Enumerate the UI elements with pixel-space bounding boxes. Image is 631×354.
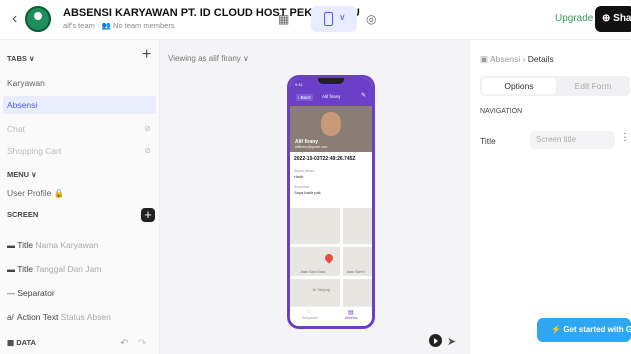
cursor-icon[interactable]: ➤	[447, 335, 456, 348]
separator-icon: —	[7, 289, 15, 298]
app-logo	[25, 6, 51, 32]
undo-icon[interactable]: ↶	[120, 338, 128, 349]
component-type: Separator	[17, 288, 55, 298]
title-icon: ▬	[7, 265, 15, 274]
map-road	[290, 244, 372, 247]
title-icon: ▬	[7, 241, 15, 250]
component-row[interactable]: a/ Action Text Status Absen	[7, 312, 111, 322]
breadcrumb-root[interactable]: Absensi	[490, 54, 520, 64]
top-bar: ‹ ABSENSI KARYAWAN PT. ID CLOUD HOST PEK…	[0, 0, 631, 40]
component-type: Action Text	[16, 312, 59, 322]
face-image	[321, 112, 341, 136]
tab-item-absensi[interactable]: Absensi	[3, 96, 156, 114]
phone-header: 9:41 ‹ Back Alif firany ✎	[290, 78, 372, 106]
share-button[interactable]: ⊕ Share	[595, 6, 631, 32]
phone-back-button[interactable]: ‹ Back	[296, 94, 313, 101]
preview-canvas: Viewing as alif firany ∨ 9:41 ‹ Back Ali…	[160, 40, 469, 354]
grid-icon[interactable]: ▦	[278, 12, 289, 26]
chevron-down-icon: ∨	[339, 12, 346, 22]
table-icon: ▦	[7, 338, 15, 347]
upgrade-link[interactable]: Upgrade	[555, 13, 593, 24]
get-started-label: Get started with Glide	[563, 325, 631, 334]
phone-icon	[324, 12, 333, 26]
get-started-button[interactable]: ⚡ Get started with Glide	[537, 318, 631, 342]
viewing-as-selector[interactable]: Viewing as alif firany ∨	[168, 54, 249, 63]
hidden-icon[interactable]: ⊘	[144, 146, 151, 155]
component-value: Tanggal Dan Jam	[35, 264, 102, 274]
device-selector[interactable]: ∨	[311, 6, 357, 32]
profile-photo: Alif firany aliffirany@gmail.com	[290, 106, 372, 152]
status-value: Hadir	[294, 174, 304, 179]
play-icon[interactable]	[429, 334, 442, 347]
title-label: Title	[480, 136, 496, 146]
edit-icon[interactable]: ✎	[361, 92, 366, 99]
tab-edit-form[interactable]: Edit Form	[558, 78, 628, 94]
phone-header-title: Alif firany	[322, 94, 341, 99]
action-text-icon: a/	[7, 313, 14, 322]
lightning-icon: ⚡	[551, 325, 564, 334]
navigation-header: NAVIGATION	[480, 108, 523, 115]
map-label: Jalan Bahri Ibad	[300, 270, 326, 274]
data-button[interactable]: ▦ DATA	[7, 338, 36, 347]
map-road	[290, 276, 372, 279]
add-component-button[interactable]: +	[141, 208, 155, 222]
map-road	[340, 208, 343, 306]
add-tab-button[interactable]: +	[142, 46, 151, 64]
component-type: Title	[17, 264, 33, 274]
location-map[interactable]: Jalan Bahri Ibad Jalan Bahri I Jln Tanju…	[290, 208, 372, 306]
component-row[interactable]: ▬ Title Tanggal Dan Jam	[7, 264, 101, 274]
phone-preview: 9:41 ‹ Back Alif firany ✎ Alif firany al…	[287, 75, 375, 329]
tabs-header[interactable]: TABS ∨	[7, 54, 34, 63]
component-type: Title	[17, 240, 33, 250]
menu-header[interactable]: MENU ∨	[7, 170, 37, 179]
team-subtitle: alf's team · 👥 No team members	[63, 21, 175, 30]
phone-screen: 9:41 ‹ Back Alif firany ✎ Alif firany al…	[290, 78, 372, 326]
tab-item-karyawan[interactable]: Karyawan	[7, 78, 45, 88]
component-row[interactable]: — Separator	[7, 288, 55, 298]
people-icon: ⌂	[307, 309, 311, 315]
tab-options[interactable]: Options	[482, 78, 556, 94]
tab-item-chat[interactable]: Chat	[7, 124, 25, 134]
screen-header: SCREEN	[7, 210, 39, 219]
component-value: Status Absen	[60, 312, 111, 322]
photo-email: aliffirany@gmail.com	[295, 145, 328, 149]
data-label: DATA	[16, 338, 36, 347]
more-options-icon[interactable]: ⋮	[620, 132, 630, 143]
right-panel: ▣ Absensi › Details Options Edit Form NA…	[469, 40, 631, 354]
status-label: Status Absen	[294, 169, 315, 173]
map-pin-icon	[323, 252, 335, 264]
menu-item-user-profile[interactable]: User Profile 🔒	[7, 188, 64, 199]
phone-tab-bar: ⌂ Karyawan ▤ Absensi	[290, 306, 372, 326]
datetime-text: 2022-10-03T22:49:26.745Z	[294, 156, 356, 162]
comment-label: Komentar	[294, 185, 310, 189]
hidden-icon[interactable]: ⊘	[144, 124, 151, 133]
clipboard-icon: ▤	[348, 310, 354, 316]
settings-icon[interactable]: ◎	[366, 12, 376, 26]
tab-item-shopping-cart[interactable]: Shopping Cart	[7, 146, 61, 156]
screen-title-input[interactable]: Screen title	[530, 131, 615, 149]
map-label: Jalan Bahri I	[346, 270, 366, 274]
comment-value: Saya hadir pak	[294, 190, 321, 195]
back-icon[interactable]: ‹	[12, 10, 17, 28]
redo-icon[interactable]: ↷	[138, 338, 146, 349]
left-panel: TABS ∨ + Karyawan Absensi Chat ⊘ Shoppin…	[0, 40, 160, 354]
breadcrumb: ▣ Absensi › Details	[480, 54, 554, 64]
phone-notch	[318, 78, 344, 84]
phone-tab-absensi[interactable]: Absensi	[345, 316, 357, 320]
component-row[interactable]: ▬ Title Nama Karyawan	[7, 240, 98, 250]
map-label: Jln Tanjung	[312, 288, 330, 292]
status-time: 9:41	[295, 82, 303, 87]
segmented-control: Options Edit Form	[480, 76, 630, 96]
breadcrumb-current: Details	[527, 54, 554, 64]
phone-tab-karyawan[interactable]: Karyawan	[302, 316, 318, 320]
screen-icon: ▣	[480, 54, 489, 64]
component-value: Nama Karyawan	[35, 240, 99, 250]
